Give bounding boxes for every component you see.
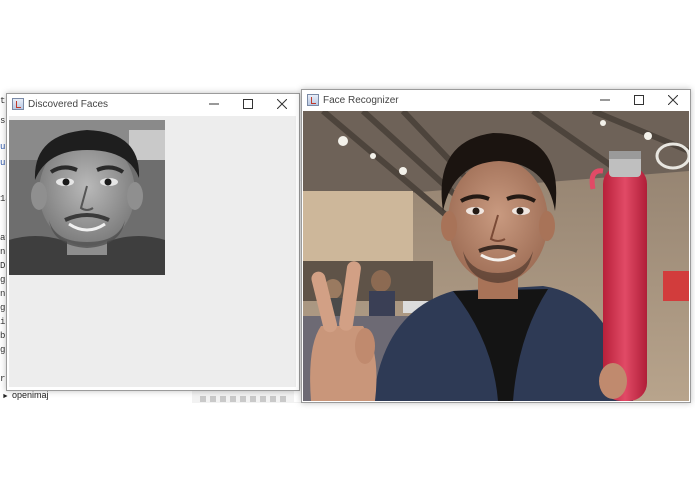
maximize-icon	[243, 99, 253, 109]
java-app-icon	[12, 98, 24, 110]
project-tree-item[interactable]: ► openimaj	[2, 390, 48, 400]
project-tree-label: openimaj	[11, 390, 49, 400]
maximize-button[interactable]	[622, 90, 656, 110]
window-title: Discovered Faces	[28, 98, 109, 110]
close-icon	[277, 99, 287, 109]
code-fragment: u	[0, 158, 6, 168]
detected-face-thumbnail[interactable]	[9, 120, 165, 275]
code-fragment: u	[0, 142, 6, 152]
code-fragment: D	[0, 261, 6, 271]
webcam-video-feed	[303, 111, 689, 401]
minimize-icon	[209, 103, 219, 105]
webcam-frame-image	[303, 111, 689, 401]
java-app-icon	[307, 94, 319, 106]
maximize-button[interactable]	[231, 94, 265, 114]
minimize-button[interactable]	[197, 94, 231, 114]
maximize-icon	[634, 95, 644, 105]
minimize-icon	[600, 99, 610, 101]
face-recognizer-window: Face Recognizer	[301, 89, 691, 403]
minimize-button[interactable]	[588, 90, 622, 110]
close-button[interactable]	[265, 94, 299, 114]
code-fragment: s	[0, 116, 6, 126]
close-icon	[668, 95, 678, 105]
faces-panel	[9, 116, 296, 387]
discovered-faces-window: Discovered Faces	[6, 93, 300, 391]
window-title: Face Recognizer	[323, 94, 399, 106]
title-bar[interactable]: Face Recognizer	[302, 90, 690, 110]
chevron-right-icon[interactable]: ►	[2, 393, 9, 400]
title-bar[interactable]: Discovered Faces	[7, 94, 299, 114]
close-button[interactable]	[656, 90, 690, 110]
ide-status-text-fragment	[200, 396, 290, 402]
